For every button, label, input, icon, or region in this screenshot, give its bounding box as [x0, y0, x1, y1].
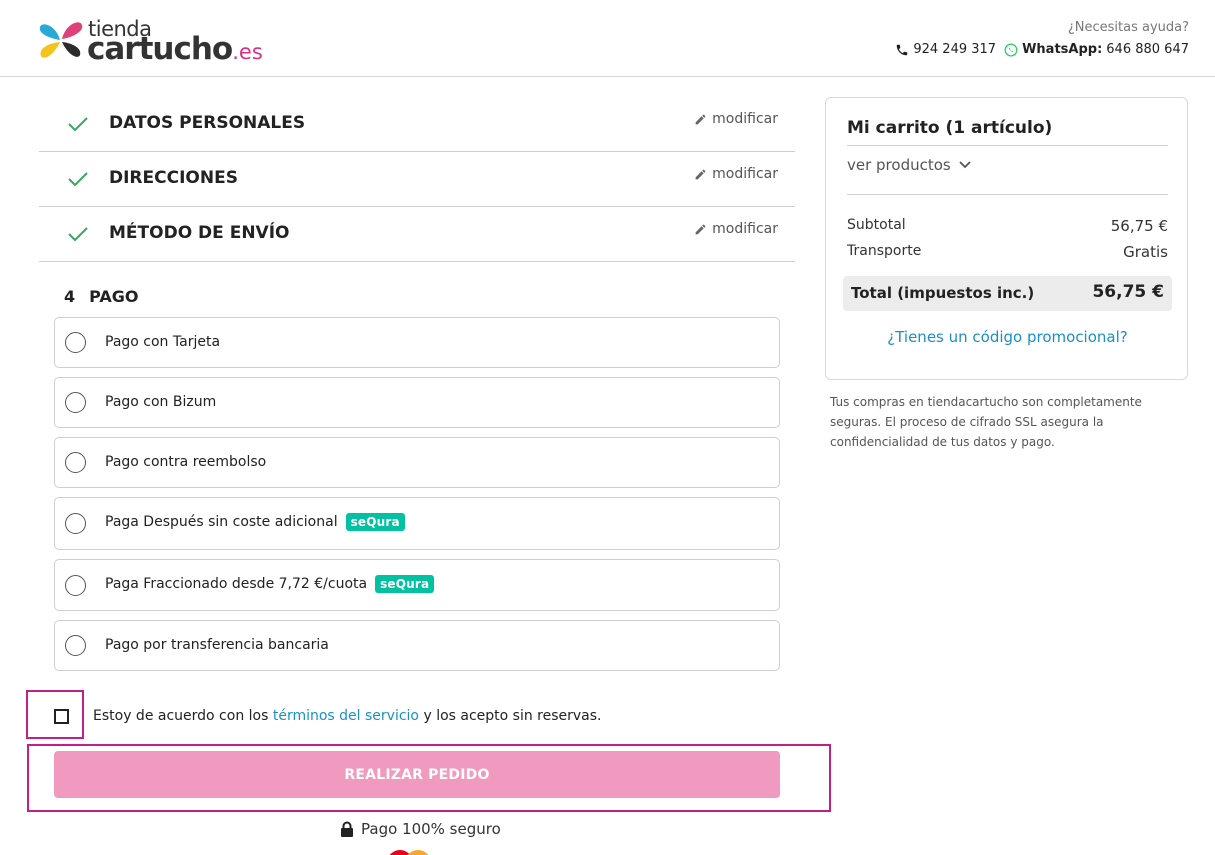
subtotal-row: Subtotal 56,75 € — [847, 217, 1168, 235]
divider — [847, 194, 1168, 195]
total-value: 56,75 € — [1092, 282, 1164, 302]
total-label: Total (impuestos inc.) — [851, 284, 1035, 302]
step-personal-data: DATOS PERSONALES modificar — [39, 97, 795, 152]
shipping-value: Gratis — [1123, 243, 1168, 261]
pencil-icon — [695, 169, 706, 179]
step-addresses: DIRECCIONES modificar — [39, 152, 795, 207]
divider — [847, 145, 1168, 146]
payment-option-label: Pago contra reembolso — [105, 454, 267, 470]
edit-addresses-link[interactable]: modificar — [694, 166, 778, 182]
subtotal-label: Subtotal — [847, 217, 906, 233]
radio-button[interactable] — [65, 392, 86, 413]
chevron-down-icon — [959, 161, 971, 169]
payment-option-pay-later[interactable]: Paga Después sin coste adicional seQura — [54, 497, 780, 550]
whatsapp-number[interactable]: 646 880 647 — [1106, 42, 1189, 57]
radio-button[interactable] — [65, 452, 86, 473]
terms-checkbox[interactable] — [54, 709, 69, 724]
total-row: Total (impuestos inc.) 56,75 € — [843, 276, 1172, 311]
site-logo[interactable]: tienda cartucho.es — [38, 17, 268, 67]
cart-title: Mi carrito (1 artículo) — [847, 118, 1053, 138]
cart-summary: Mi carrito (1 artículo) ver productos Su… — [825, 97, 1188, 380]
lock-icon — [341, 821, 353, 837]
butterfly-logo-icon — [39, 22, 83, 58]
radio-button[interactable] — [65, 513, 86, 534]
payment-option-label: Pago con Tarjeta — [105, 334, 221, 350]
radio-button[interactable] — [65, 575, 86, 596]
phone-icon — [897, 44, 908, 55]
payment-option-installments[interactable]: Paga Fraccionado desde 7,72 €/cuota seQu… — [54, 559, 780, 611]
edit-shipping-link[interactable]: modificar — [694, 221, 778, 237]
payment-option-bizum[interactable]: Pago con Bizum — [54, 377, 780, 428]
place-order-button[interactable]: REALIZAR PEDIDO — [54, 751, 780, 798]
radio-button[interactable] — [65, 635, 86, 656]
sequra-badge: seQura — [375, 575, 435, 593]
checkmark-icon — [68, 227, 88, 242]
subtotal-value: 56,75 € — [1110, 217, 1168, 235]
view-products-toggle[interactable]: ver productos — [847, 156, 971, 174]
payment-option-label: Paga Después sin coste adicional seQura — [105, 513, 405, 531]
secure-payment-note: Pago 100% seguro — [340, 820, 501, 838]
checkout-steps: DATOS PERSONALES modificar DIRECCIONES m… — [39, 97, 795, 262]
payment-option-label: Pago con Bizum — [105, 394, 217, 410]
step-number: 4 — [64, 287, 76, 306]
step-shipping-method: MÉTODO DE ENVÍO modificar — [39, 207, 795, 262]
whatsapp-label: WhatsApp: — [1022, 42, 1103, 57]
sequra-badge: seQura — [345, 513, 405, 531]
contact-info: 924 249 317 WhatsApp: 646 880 647 — [895, 42, 1189, 57]
step-title: DATOS PERSONALES — [109, 113, 306, 133]
pencil-icon — [695, 114, 706, 124]
site-header: tienda cartucho.es ¿Necesitas ayuda? 924… — [0, 0, 1215, 77]
mastercard-logo-icon — [387, 850, 433, 855]
terms-of-service-link[interactable]: términos del servicio — [273, 708, 419, 724]
step-title: DIRECCIONES — [109, 168, 238, 188]
radio-button[interactable] — [65, 332, 86, 353]
whatsapp-icon — [1004, 43, 1018, 56]
payment-heading: 4 PAGO — [64, 287, 139, 306]
security-note: Tus compras en tiendacartucho son comple… — [830, 395, 1142, 449]
logo-text-cartucho: cartucho.es — [87, 31, 263, 67]
step-title: MÉTODO DE ENVÍO — [109, 223, 290, 243]
pencil-icon — [695, 224, 706, 234]
phone-number[interactable]: 924 249 317 — [913, 42, 996, 57]
shipping-row: Transporte Gratis — [847, 243, 1168, 261]
payment-option-cash-on-delivery[interactable]: Pago contra reembolso — [54, 437, 780, 488]
help-text: ¿Necesitas ayuda? — [1067, 20, 1189, 35]
terms-text: Estoy de acuerdo con los términos del se… — [93, 708, 602, 724]
checkmark-icon — [68, 117, 88, 132]
payment-option-label: Paga Fraccionado desde 7,72 €/cuota seQu… — [105, 575, 435, 593]
payment-option-label: Pago por transferencia bancaria — [105, 637, 329, 653]
payment-option-bank-transfer[interactable]: Pago por transferencia bancaria — [54, 620, 780, 671]
edit-personal-data-link[interactable]: modificar — [694, 111, 778, 127]
checkmark-icon — [68, 172, 88, 187]
shipping-label: Transporte — [847, 243, 922, 259]
payment-option-card[interactable]: Pago con Tarjeta — [54, 317, 780, 368]
promo-code-link[interactable]: ¿Tienes un código promocional? — [826, 328, 1189, 346]
